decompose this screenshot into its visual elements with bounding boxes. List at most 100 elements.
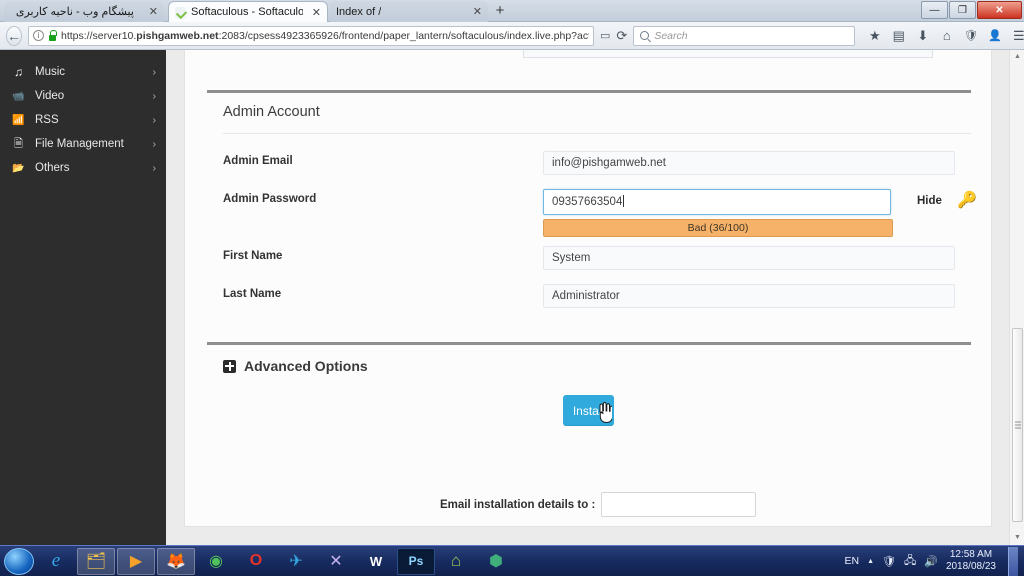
scroll-up-arrow[interactable]: ▲ [1010, 50, 1024, 64]
taskbar-item-internet-explorer[interactable]: e [37, 548, 75, 575]
window-controls: — ❐ ✕ [921, 1, 1022, 19]
last-name-input[interactable]: Administrator [543, 284, 955, 308]
clipped-field-above[interactable] [523, 50, 933, 58]
advanced-options-toggle[interactable]: Advanced Options [223, 358, 368, 374]
search-placeholder: Search [654, 29, 688, 42]
scroll-down-arrow[interactable]: ▼ [1010, 531, 1024, 545]
shield-icon[interactable]: 🛡 [963, 28, 978, 43]
file-explorer-icon: 🗂 [85, 553, 107, 570]
field-row-admin-password: Admin Password 09357663504 Hide 🔑 [185, 189, 991, 217]
tray-language[interactable]: EN [844, 555, 859, 567]
section-title-admin-account: Admin Account [223, 104, 320, 120]
sidebar-item-others[interactable]: 📂 Others › [0, 156, 166, 180]
reader-mode-icon[interactable]: ▭ [600, 26, 610, 46]
file-icon: 🗎 [14, 137, 23, 150]
opera-icon: O [249, 552, 263, 569]
sidebar-item-music[interactable]: ♫ Music › [0, 60, 166, 84]
section-divider-bottom [207, 342, 971, 345]
sidebar-item-label: RSS [35, 114, 59, 126]
email-details-input[interactable] [601, 492, 757, 517]
taskbar-item-photoshop[interactable]: Ps [397, 547, 435, 575]
restore-button[interactable]: ❐ [949, 1, 976, 19]
windows-taskbar: e 🗂 ▶ 🦊 ◉ O ✈ ✕ W Ps ⌂ ⬢ EN ▲ 🛡 🖧 🔊 12:5… [0, 545, 1024, 576]
page-scrollbar[interactable]: ▲ ▼ [1009, 50, 1024, 545]
media-player-icon: ▶ [129, 553, 143, 570]
download-icon[interactable]: ⬇ [915, 28, 930, 43]
label-first-name: First Name [223, 250, 283, 262]
home-icon[interactable]: ⌂ [939, 28, 954, 43]
admin-email-input[interactable]: info@pishgamweb.net [543, 151, 955, 175]
tab-title: Index of / [336, 5, 382, 18]
url-text: https://server10.pishgamweb.net:2083/cps… [61, 29, 589, 42]
taskbar-item-file-explorer[interactable]: 🗂 [77, 547, 115, 575]
screen: پیشگام وب - ناحیه کاربری ✕ Softaculous -… [0, 0, 1024, 576]
scrollbar-thumb[interactable] [1012, 328, 1023, 522]
tray-clock[interactable]: 12:58 AM 2018/08/23 [946, 549, 996, 573]
sidebar-item-label: File Management [35, 138, 124, 150]
tab-close-icon[interactable]: ✕ [469, 5, 482, 18]
start-button[interactable] [4, 547, 34, 575]
menu-hamburger-icon[interactable]: ☰ [1011, 28, 1024, 43]
taskbar-item-media-player[interactable]: ▶ [117, 547, 155, 575]
admin-password-value: 09357663504 [552, 196, 623, 208]
password-strength-bar: Bad (36/100) [543, 219, 893, 237]
chevron-right-icon: › [152, 66, 156, 78]
rss-icon: 📶 [12, 114, 25, 126]
email-details-row: Email installation details to : [440, 492, 757, 517]
taskbar-item-chrome[interactable]: ◉ [197, 548, 235, 575]
taskbar-item-telegram[interactable]: ✈ [277, 548, 315, 575]
url-bar[interactable]: i https://server10.pishgamweb.net:2083/c… [28, 25, 594, 46]
ie-icon: e [51, 550, 61, 571]
tray-network-icon[interactable]: 🖧 [904, 552, 916, 571]
sidebar-item-file-management[interactable]: 🗎 File Management › [0, 132, 166, 156]
taskbar-item-mixer[interactable]: ✕ [317, 548, 355, 575]
chrome-icon: ◉ [209, 553, 223, 570]
title-underline [223, 133, 971, 134]
browser-tab-3[interactable]: Index of / ✕ [330, 1, 488, 22]
nox-icon: ⬢ [489, 553, 503, 570]
new-tab-button[interactable]: + [492, 3, 508, 19]
tab-close-icon[interactable]: ✕ [308, 6, 321, 19]
sidebar-item-video[interactable]: 📹 Video › [0, 84, 166, 108]
field-row-last-name: Last Name Administrator [185, 284, 991, 312]
taskbar-item-nox[interactable]: ⬢ [477, 548, 515, 575]
text-caret [623, 195, 625, 207]
taskbar-item-word[interactable]: W [357, 548, 395, 575]
back-button[interactable]: ← [6, 25, 22, 46]
page-info-icon[interactable]: i [33, 30, 44, 41]
taskbar-item-firefox[interactable]: 🦊 [157, 547, 195, 575]
reload-button[interactable]: ⟳ [616, 26, 627, 46]
first-name-input[interactable]: System [543, 246, 955, 270]
sidebar-item-label: Music [35, 66, 66, 78]
search-bar[interactable]: Search [633, 25, 856, 46]
browser-tab-2[interactable]: Softaculous - Softaculous - P ✕ [168, 1, 328, 22]
install-button[interactable]: Install [563, 395, 614, 426]
sidebar-item-rss[interactable]: 📶 RSS › [0, 108, 166, 132]
tab-title: Softaculous - Softaculous - P [191, 6, 303, 18]
label-admin-email: Admin Email [223, 155, 293, 167]
taskbar-item-opera[interactable]: O [237, 548, 275, 575]
tray-volume-icon[interactable]: 🔊 [924, 555, 938, 568]
tab-close-icon[interactable]: ✕ [145, 5, 158, 18]
key-icon[interactable]: 🔑 [957, 190, 977, 210]
minimize-button[interactable]: — [921, 1, 948, 19]
tray-show-hidden-icons[interactable]: ▲ [867, 558, 874, 565]
account-icon[interactable]: 👤 [987, 28, 1002, 43]
label-last-name: Last Name [223, 288, 282, 300]
show-desktop-button[interactable] [1008, 546, 1018, 576]
chevron-right-icon: › [152, 138, 156, 150]
word-icon: W [369, 553, 383, 569]
browser-tab-1[interactable]: پیشگام وب - ناحیه کاربری ✕ [4, 1, 164, 22]
browser-tabstrip: پیشگام وب - ناحیه کاربری ✕ Softaculous -… [0, 0, 1024, 22]
taskbar-item-house-app[interactable]: ⌂ [437, 548, 475, 575]
install-form-card: Admin Account Admin Email info@pishgamwe… [184, 50, 992, 527]
hide-password-button[interactable]: Hide [917, 195, 942, 207]
library-icon[interactable]: ▤ [891, 28, 906, 43]
field-row-first-name: First Name System [185, 246, 991, 274]
tray-security-icon[interactable]: 🛡 [882, 555, 896, 568]
bookmark-star-icon[interactable]: ★ [867, 28, 882, 43]
admin-password-input[interactable]: 09357663504 [543, 189, 891, 215]
photoshop-icon: Ps [408, 554, 424, 568]
label-admin-password: Admin Password [223, 193, 317, 205]
close-button[interactable]: ✕ [977, 1, 1022, 19]
